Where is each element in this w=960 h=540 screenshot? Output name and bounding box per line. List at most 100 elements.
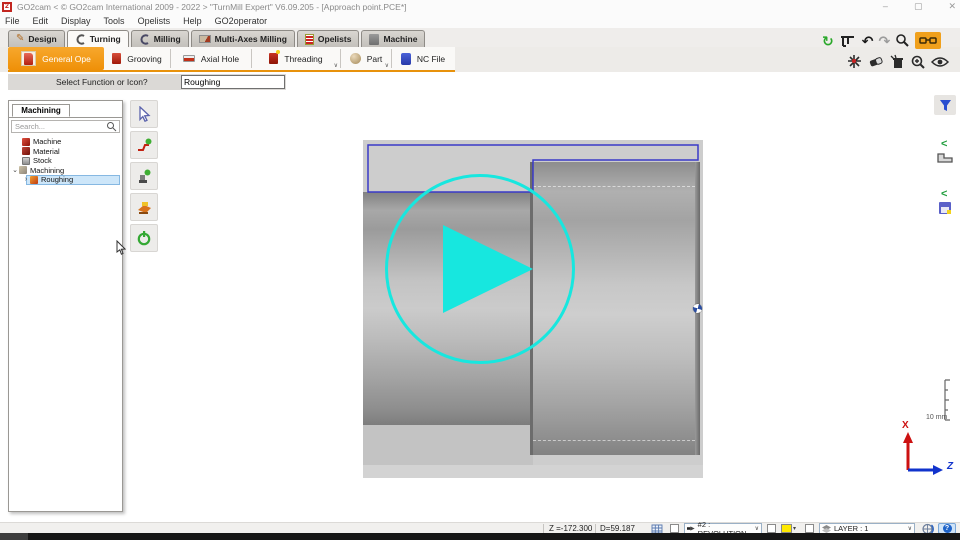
menu-tools[interactable]: Tools — [104, 16, 125, 26]
mouse-cursor — [116, 240, 126, 255]
part-button[interactable]: Part ∨ — [341, 47, 391, 70]
caliper-icon[interactable] — [839, 34, 857, 48]
status-bar: Z =-172.300 D=59.187 #2 : REVOLUTION ∨ ▾… — [0, 522, 960, 533]
eye-icon[interactable] — [931, 56, 949, 68]
tree-item-roughing[interactable]: › Roughing — [9, 175, 122, 185]
menu-edit[interactable]: Edit — [33, 16, 49, 26]
grid-icon — [651, 524, 663, 534]
tab-milling[interactable]: Milling — [131, 30, 189, 47]
collapse-left-icon[interactable]: < — [941, 139, 947, 149]
machine-axes-icon[interactable] — [846, 53, 863, 70]
machining-panel: Machining Search... Machine Material Sto… — [8, 100, 123, 512]
refresh-icon[interactable]: ↻ — [822, 33, 834, 49]
redo-icon[interactable]: ↷ — [878, 33, 890, 49]
ribbon-tab-row: ✎ Design Turning Milling Multi-Axes Mill… — [0, 28, 960, 47]
divider — [9, 117, 122, 118]
operation-toolbar — [130, 100, 158, 252]
layer-value: LAYER : 1 — [834, 524, 868, 533]
grooving-button[interactable]: Grooving — [104, 47, 170, 70]
layer-icon — [822, 525, 831, 533]
tool-icon — [136, 168, 152, 184]
menu-help[interactable]: Help — [183, 16, 202, 26]
function-input[interactable] — [181, 75, 285, 89]
zoom-icon[interactable] — [895, 33, 910, 48]
app-logo-icon: 2 — [2, 2, 12, 12]
roughing-node-icon — [30, 176, 38, 184]
menu-go2operator[interactable]: GO2operator — [215, 16, 268, 26]
nc-file-icon — [401, 53, 411, 65]
prompt-label: Select Function or Icon? — [56, 77, 148, 87]
nc-file-button[interactable]: NC File — [392, 47, 454, 70]
machine-node-icon — [22, 138, 30, 146]
op-label: NC File — [417, 54, 445, 64]
axial-hole-icon — [183, 55, 195, 62]
threading-button[interactable]: Threading ∨ — [252, 47, 340, 70]
play-icon[interactable] — [443, 225, 533, 313]
minimize-button[interactable]: – — [883, 0, 888, 13]
menu-opelists[interactable]: Opelists — [138, 16, 171, 26]
holder-button[interactable] — [130, 193, 158, 221]
viewport-3d[interactable] — [363, 140, 703, 478]
toolpath-button[interactable] — [130, 131, 158, 159]
turning-icon — [75, 34, 86, 45]
tree-item-machining[interactable]: ⌄ Machining — [9, 166, 122, 176]
multi-axes-icon — [199, 35, 211, 43]
tab-machine[interactable]: Machine — [361, 30, 425, 47]
eraser-icon[interactable] — [868, 55, 884, 69]
op-label: Part — [367, 54, 383, 64]
axial-hole-button[interactable]: Axial Hole — [171, 47, 251, 70]
layer-checkbox[interactable] — [805, 524, 814, 533]
collapse-caret-icon[interactable]: › — [22, 176, 30, 183]
zoom-in-icon[interactable] — [910, 54, 926, 70]
part-dropdown-caret[interactable]: ∨ — [385, 62, 389, 69]
tray-icon[interactable] — [936, 152, 954, 164]
holder-icon — [136, 200, 153, 215]
opelists-icon — [305, 34, 314, 45]
axis-triad — [895, 430, 953, 478]
select-cursor-button[interactable] — [130, 100, 158, 128]
tab-design[interactable]: ✎ Design — [8, 30, 65, 47]
maximize-button[interactable]: ▢ — [914, 0, 923, 13]
expand-caret-icon[interactable]: ⌄ — [11, 166, 19, 174]
save-icon[interactable] — [939, 202, 951, 214]
op-label: Grooving — [127, 54, 162, 64]
milling-icon — [139, 34, 150, 45]
ribbon-ops-row: General Ope Grooving Axial Hole Threadin… — [0, 47, 960, 72]
threading-icon — [269, 53, 278, 64]
machining-node-icon — [19, 166, 27, 174]
panel-tab-machining[interactable]: Machining — [12, 104, 70, 117]
tab-opelists[interactable]: Opelists — [297, 30, 360, 47]
search-input[interactable]: Search... — [11, 120, 120, 133]
threading-dropdown-caret[interactable]: ∨ — [334, 62, 338, 69]
swatch-dropdown-icon[interactable]: ▾ — [793, 525, 796, 532]
general-ope-button[interactable]: General Ope — [8, 47, 104, 70]
filter-button[interactable] — [934, 95, 956, 115]
color-checkbox[interactable] — [767, 524, 776, 533]
approach-point-marker[interactable] — [693, 304, 702, 313]
tree-item-stock[interactable]: Stock — [9, 156, 122, 166]
menu-display[interactable]: Display — [61, 16, 91, 26]
tree-item-machine[interactable]: Machine — [9, 137, 122, 147]
tab-label: Multi-Axes Milling — [215, 34, 287, 44]
machining-tree: Machine Material Stock ⌄ Machining › Rou… — [9, 137, 122, 185]
tool-setup-button[interactable] — [130, 162, 158, 190]
help-icon: ? — [943, 524, 952, 533]
window-title: GO2cam < © GO2cam International 2009 - 2… — [17, 2, 407, 12]
power-button[interactable] — [130, 224, 158, 252]
menu-file[interactable]: File — [5, 16, 20, 26]
close-button[interactable]: ✕ — [948, 0, 956, 13]
spindle-checkbox[interactable] — [670, 524, 679, 533]
general-ope-icon — [24, 53, 33, 65]
toolpath-icon — [136, 137, 153, 153]
tab-multi-axes-milling[interactable]: Multi-Axes Milling — [191, 30, 295, 47]
undo-icon[interactable]: ↶ — [862, 33, 874, 49]
op-label: Threading — [284, 54, 322, 64]
go2cam-window: 2 GO2cam < © GO2cam International 2009 -… — [0, 0, 960, 540]
clean-trash-icon[interactable] — [889, 54, 905, 70]
tree-item-material[interactable]: Material — [9, 147, 122, 157]
collapse-left-icon[interactable]: < — [941, 189, 947, 199]
title-bar: 2 GO2cam < © GO2cam International 2009 -… — [0, 0, 960, 13]
menu-bar: File Edit Display Tools Opelists Help GO… — [0, 13, 960, 28]
view-glasses-button[interactable] — [915, 32, 941, 49]
tab-turning[interactable]: Turning — [67, 30, 129, 47]
